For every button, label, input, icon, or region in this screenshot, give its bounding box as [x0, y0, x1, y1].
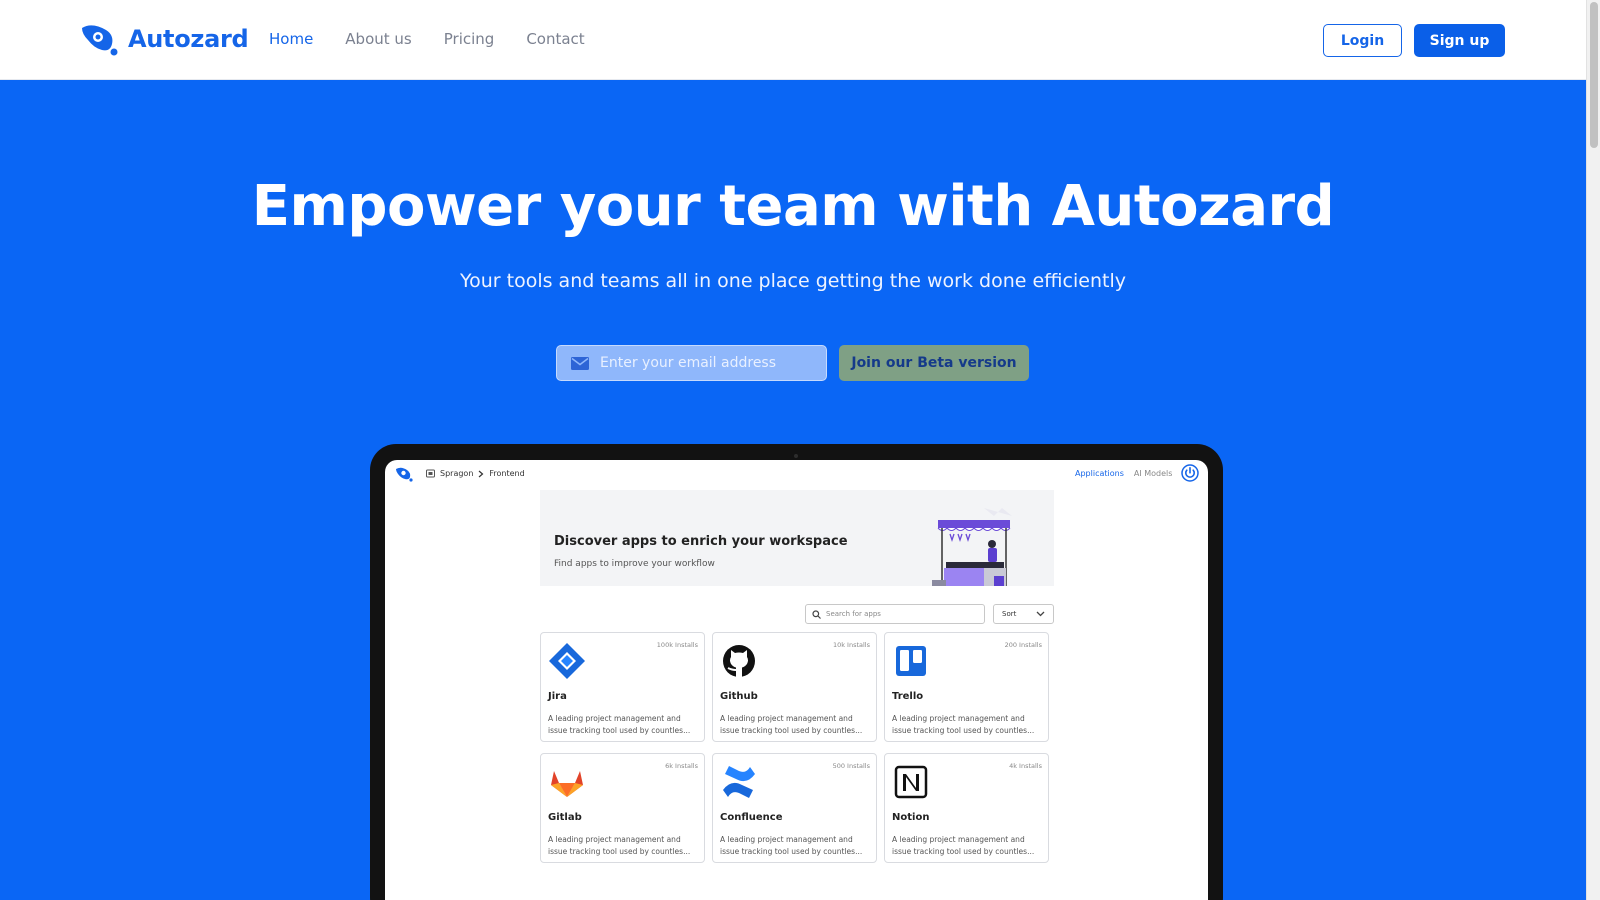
app-card-github[interactable]: 10k Installs Github A leading project ma…: [712, 632, 877, 742]
sort-dropdown[interactable]: Sort: [993, 604, 1054, 624]
description-line: A leading project management and: [892, 835, 1025, 844]
autozard-logo-icon: [82, 25, 118, 56]
camera-dot: [794, 454, 798, 458]
installs-count: 10k Installs: [832, 641, 870, 649]
breadcrumb-item-workspace[interactable]: Spragon: [440, 469, 473, 478]
description-line: A leading project management and: [548, 714, 681, 723]
app-card-trello[interactable]: 200 Installs Trello A leading project ma…: [884, 632, 1049, 742]
search-apps-input[interactable]: Search for apps: [805, 604, 985, 624]
search-placeholder: Search for apps: [826, 610, 881, 618]
jira-icon: [549, 643, 585, 679]
github-icon: [723, 645, 755, 677]
notion-icon: [894, 765, 928, 799]
breadcrumb: Spragon Frontend: [426, 469, 525, 478]
installs-count: 100k Installs: [656, 641, 698, 649]
installs-count: 6k Installs: [665, 762, 698, 770]
brand-name: Autozard: [128, 25, 249, 53]
banner-subtitle: Find apps to improve your workflow: [554, 559, 715, 569]
description-line: issue tracking tool used by countles...: [720, 847, 863, 856]
nav-links: Home About us Pricing Contact: [269, 30, 585, 48]
app-description: A leading project management and issue t…: [548, 713, 698, 737]
description-line: A leading project management and: [892, 714, 1025, 723]
email-field[interactable]: [556, 345, 827, 381]
nav-link-contact[interactable]: Contact: [526, 30, 584, 48]
description-line: issue tracking tool used by countles...: [720, 726, 863, 735]
description-line: issue tracking tool used by countles...: [548, 847, 691, 856]
hero-title: Empower your team with Autozard: [251, 174, 1335, 239]
app-preview-header: Spragon Frontend Applications AI Models: [385, 460, 1208, 490]
app-card-gitlab[interactable]: 6k Installs Gitlab A leading project man…: [540, 753, 705, 863]
scrollbar-thumb[interactable]: [1590, 2, 1598, 148]
hero-subtitle: Your tools and teams all in one place ge…: [460, 270, 1126, 292]
app-card-notion[interactable]: 4k Installs Notion A leading project man…: [884, 753, 1049, 863]
app-card-confluence[interactable]: 500 Installs Confluence A leading projec…: [712, 753, 877, 863]
app-logo-icon: [396, 467, 413, 482]
app-name: Notion: [892, 812, 930, 823]
laptop-mockup: Spragon Frontend Applications AI Models …: [370, 444, 1223, 900]
description-line: A leading project management and: [548, 835, 681, 844]
page-scrollbar[interactable]: [1586, 0, 1600, 900]
description-line: issue tracking tool used by countles...: [892, 847, 1035, 856]
sort-label: Sort: [1002, 610, 1017, 618]
nav-link-about[interactable]: About us: [345, 30, 411, 48]
installs-count: 200 Installs: [1004, 641, 1042, 649]
app-name: Github: [720, 691, 758, 702]
app-description: A leading project management and issue t…: [892, 834, 1042, 858]
app-card-jira[interactable]: 100k Installs Jira A leading project man…: [540, 632, 705, 742]
installs-count: 500 Installs: [832, 762, 870, 770]
gitlab-icon: [551, 771, 583, 797]
app-preview-screen: Spragon Frontend Applications AI Models …: [385, 460, 1208, 900]
breadcrumb-item-project[interactable]: Frontend: [489, 469, 524, 478]
app-name: Confluence: [720, 812, 783, 823]
app-name: Gitlab: [548, 812, 582, 823]
market-stall-illustration: [932, 508, 1012, 586]
app-description: A leading project management and issue t…: [720, 713, 870, 737]
email-input[interactable]: [600, 355, 810, 371]
app-description: A leading project management and issue t…: [720, 834, 870, 858]
envelope-icon: [571, 356, 589, 370]
power-icon[interactable]: [1181, 464, 1199, 482]
chevron-down-icon: [1036, 611, 1045, 617]
banner-title: Discover apps to enrich your workspace: [554, 534, 848, 549]
description-line: A leading project management and: [720, 835, 853, 844]
workspace-icon: [426, 469, 435, 478]
discover-banner: Discover apps to enrich your workspace F…: [540, 490, 1054, 586]
signup-button[interactable]: Sign up: [1414, 24, 1505, 57]
tab-ai-models[interactable]: AI Models: [1134, 469, 1173, 478]
nav-link-pricing[interactable]: Pricing: [444, 30, 495, 48]
description-line: issue tracking tool used by countles...: [548, 726, 691, 735]
app-tabs: Applications AI Models: [1075, 469, 1172, 478]
installs-count: 4k Installs: [1009, 762, 1042, 770]
tab-applications[interactable]: Applications: [1075, 469, 1124, 478]
chevron-right-icon: [479, 470, 484, 477]
nav-link-home[interactable]: Home: [269, 30, 313, 48]
trello-icon: [896, 646, 926, 676]
app-name: Jira: [548, 691, 567, 702]
search-icon: [812, 609, 821, 619]
join-beta-button[interactable]: Join our Beta version: [839, 345, 1029, 381]
app-name: Trello: [892, 691, 924, 702]
brand-logo[interactable]: Autozard: [78, 22, 249, 56]
top-navbar: Autozard Home About us Pricing Contact L…: [0, 0, 1586, 80]
app-description: A leading project management and issue t…: [892, 713, 1042, 737]
login-button[interactable]: Login: [1323, 24, 1402, 57]
description-line: issue tracking tool used by countles...: [892, 726, 1035, 735]
app-description: A leading project management and issue t…: [548, 834, 698, 858]
confluence-icon: [723, 766, 755, 798]
description-line: A leading project management and: [720, 714, 853, 723]
